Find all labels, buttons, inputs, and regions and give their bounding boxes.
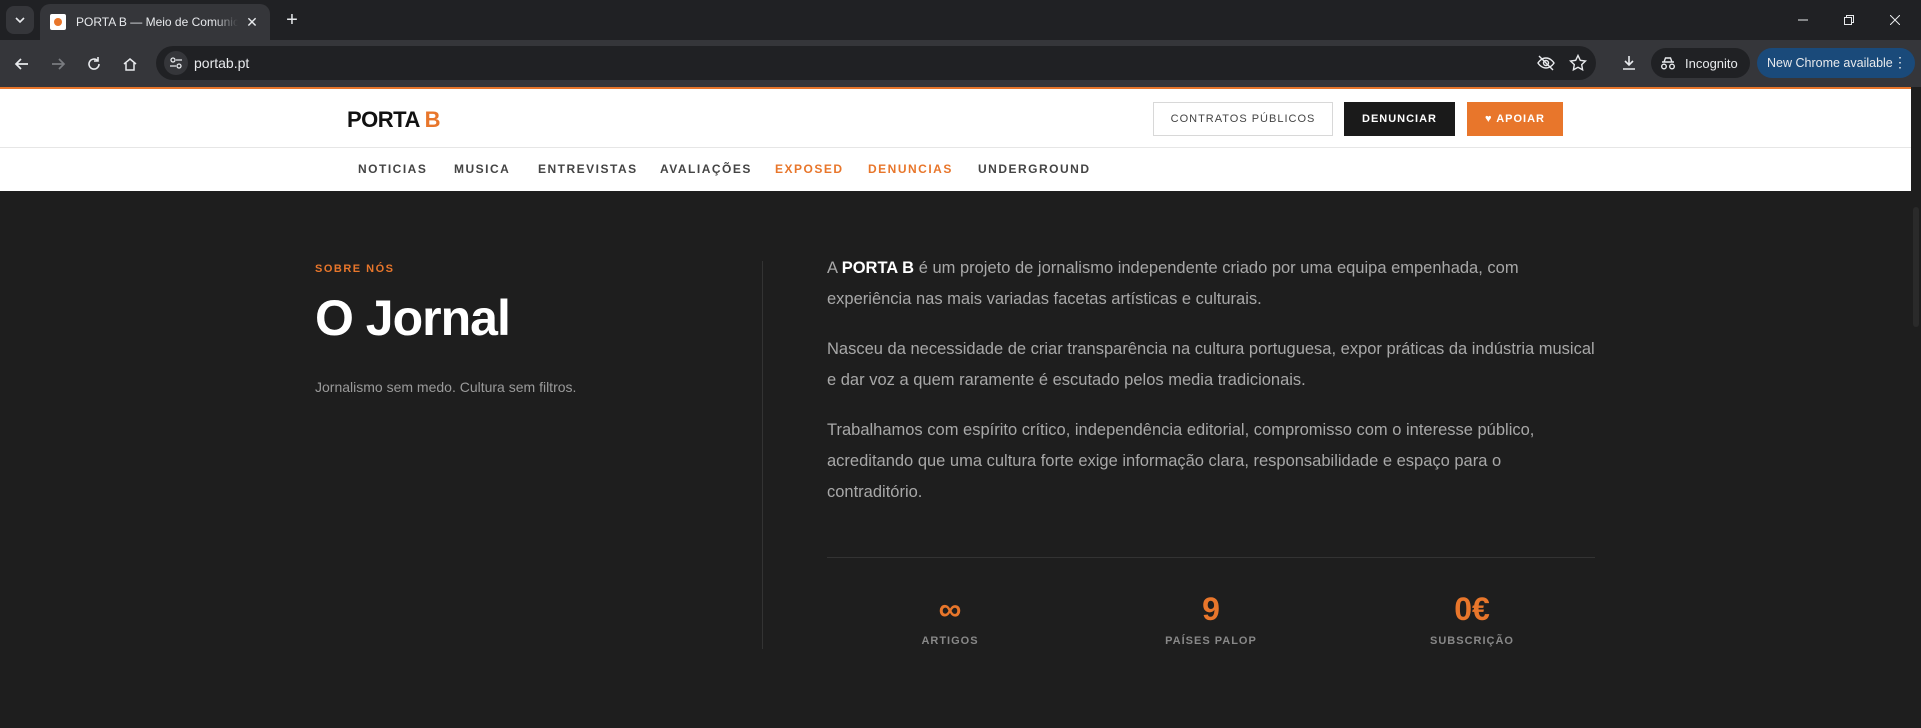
nav-item-avaliacoes[interactable]: AVALIAÇÕES <box>660 162 752 176</box>
download-icon[interactable] <box>1619 53 1639 73</box>
page-title: O Jornal <box>315 290 511 346</box>
column-divider <box>762 261 763 649</box>
site-header: PORTA B CONTRATOS PÚBLICOS DENUNCIAR ♥ A… <box>0 87 1911 191</box>
forward-arrow-icon[interactable] <box>44 50 72 78</box>
nav-item-denuncias[interactable]: DENUNCIAS <box>868 162 953 176</box>
public-contracts-button[interactable]: CONTRATOS PÚBLICOS <box>1153 102 1333 136</box>
stats-divider <box>827 557 1595 558</box>
chevron-down-icon <box>15 17 25 24</box>
back-arrow-icon[interactable] <box>8 50 36 78</box>
tab-title: PORTA B — Meio de Comunicação <box>76 15 238 29</box>
stat-subscription: 0€ SUBSCRIÇÃO <box>1382 589 1562 647</box>
nav-item-exposed[interactable]: EXPOSED <box>775 162 844 176</box>
tab-close-icon[interactable]: ✕ <box>244 14 260 31</box>
logo-accent: B <box>424 107 441 132</box>
p1-text: é um projeto de jornalismo independente … <box>827 259 1519 308</box>
minimize-icon[interactable] <box>1780 0 1826 40</box>
update-chrome-button[interactable]: New Chrome available ⋮ <box>1757 48 1915 78</box>
nav-item-noticias[interactable]: NOTICIAS <box>358 162 427 176</box>
site-info-icon[interactable] <box>164 51 188 75</box>
window-close-icon[interactable] <box>1872 0 1918 40</box>
site-logo[interactable]: PORTA B <box>347 107 441 133</box>
scrollbar-thumb[interactable] <box>1913 207 1919 327</box>
main-nav: NOTICIAS MUSICA ENTREVISTAS AVALIAÇÕES E… <box>0 147 1911 191</box>
p1-prefix: A <box>827 259 842 277</box>
brand-name: PORTA B <box>841 259 915 277</box>
stat-value: 0€ <box>1454 591 1490 627</box>
address-bar[interactable]: portab.pt <box>156 46 1596 80</box>
site-favicon-icon <box>50 14 66 30</box>
about-paragraph-2: Nasceu da necessidade de criar transparê… <box>827 340 1595 389</box>
browser-tab-active[interactable]: PORTA B — Meio de Comunicação ✕ <box>40 4 270 40</box>
browser-tab-strip: PORTA B — Meio de Comunicação ✕ + <box>0 0 1921 40</box>
stat-label: ARTIGOS <box>921 635 979 647</box>
bookmark-star-icon[interactable] <box>1569 54 1587 72</box>
eye-off-icon[interactable] <box>1537 54 1555 72</box>
support-button[interactable]: ♥ APOIAR <box>1467 102 1563 136</box>
section-kicker: SOBRE NÓS <box>315 263 395 275</box>
update-label: New Chrome available <box>1767 56 1893 70</box>
nav-item-entrevistas[interactable]: ENTREVISTAS <box>538 162 638 176</box>
browser-toolbar: portab.pt Incognito New Chrome available… <box>0 40 1921 87</box>
reload-icon[interactable] <box>80 50 108 78</box>
incognito-icon <box>1661 57 1675 70</box>
home-icon[interactable] <box>116 50 144 78</box>
page-viewport: PORTA B CONTRATOS PÚBLICOS DENUNCIAR ♥ A… <box>0 87 1911 728</box>
stat-value: 9 <box>1202 591 1220 627</box>
url-text: portab.pt <box>194 55 250 71</box>
new-tab-button[interactable]: + <box>280 8 304 32</box>
report-button[interactable]: DENUNCIAR <box>1344 102 1455 136</box>
about-paragraph-3: Trabalhamos com espírito crítico, indepe… <box>827 421 1535 501</box>
tab-search-button[interactable] <box>6 6 34 34</box>
restore-icon[interactable] <box>1826 0 1872 40</box>
logo-text: PORTA <box>347 107 425 132</box>
nav-item-musica[interactable]: MUSICA <box>454 162 510 176</box>
stat-palop-countries: 9 PAÍSES PALOP <box>1121 589 1301 647</box>
tagline: Jornalismo sem medo. Cultura sem filtros… <box>315 379 577 395</box>
stat-articles: ∞ ARTIGOS <box>860 589 1040 647</box>
about-paragraph-1: A PORTA B é um projeto de jornalismo ind… <box>827 253 1597 315</box>
stat-label: SUBSCRIÇÃO <box>1430 635 1514 647</box>
stat-value: ∞ <box>938 591 962 627</box>
about-section: SOBRE NÓS O Jornal Jornalismo sem medo. … <box>0 191 1911 728</box>
more-menu-icon[interactable]: ⋮ <box>1893 54 1907 71</box>
page-scrollbar[interactable] <box>1911 87 1921 728</box>
incognito-badge[interactable]: Incognito <box>1651 48 1750 78</box>
incognito-label: Incognito <box>1685 55 1738 71</box>
stat-label: PAÍSES PALOP <box>1165 635 1257 647</box>
nav-item-underground[interactable]: UNDERGROUND <box>978 162 1091 176</box>
